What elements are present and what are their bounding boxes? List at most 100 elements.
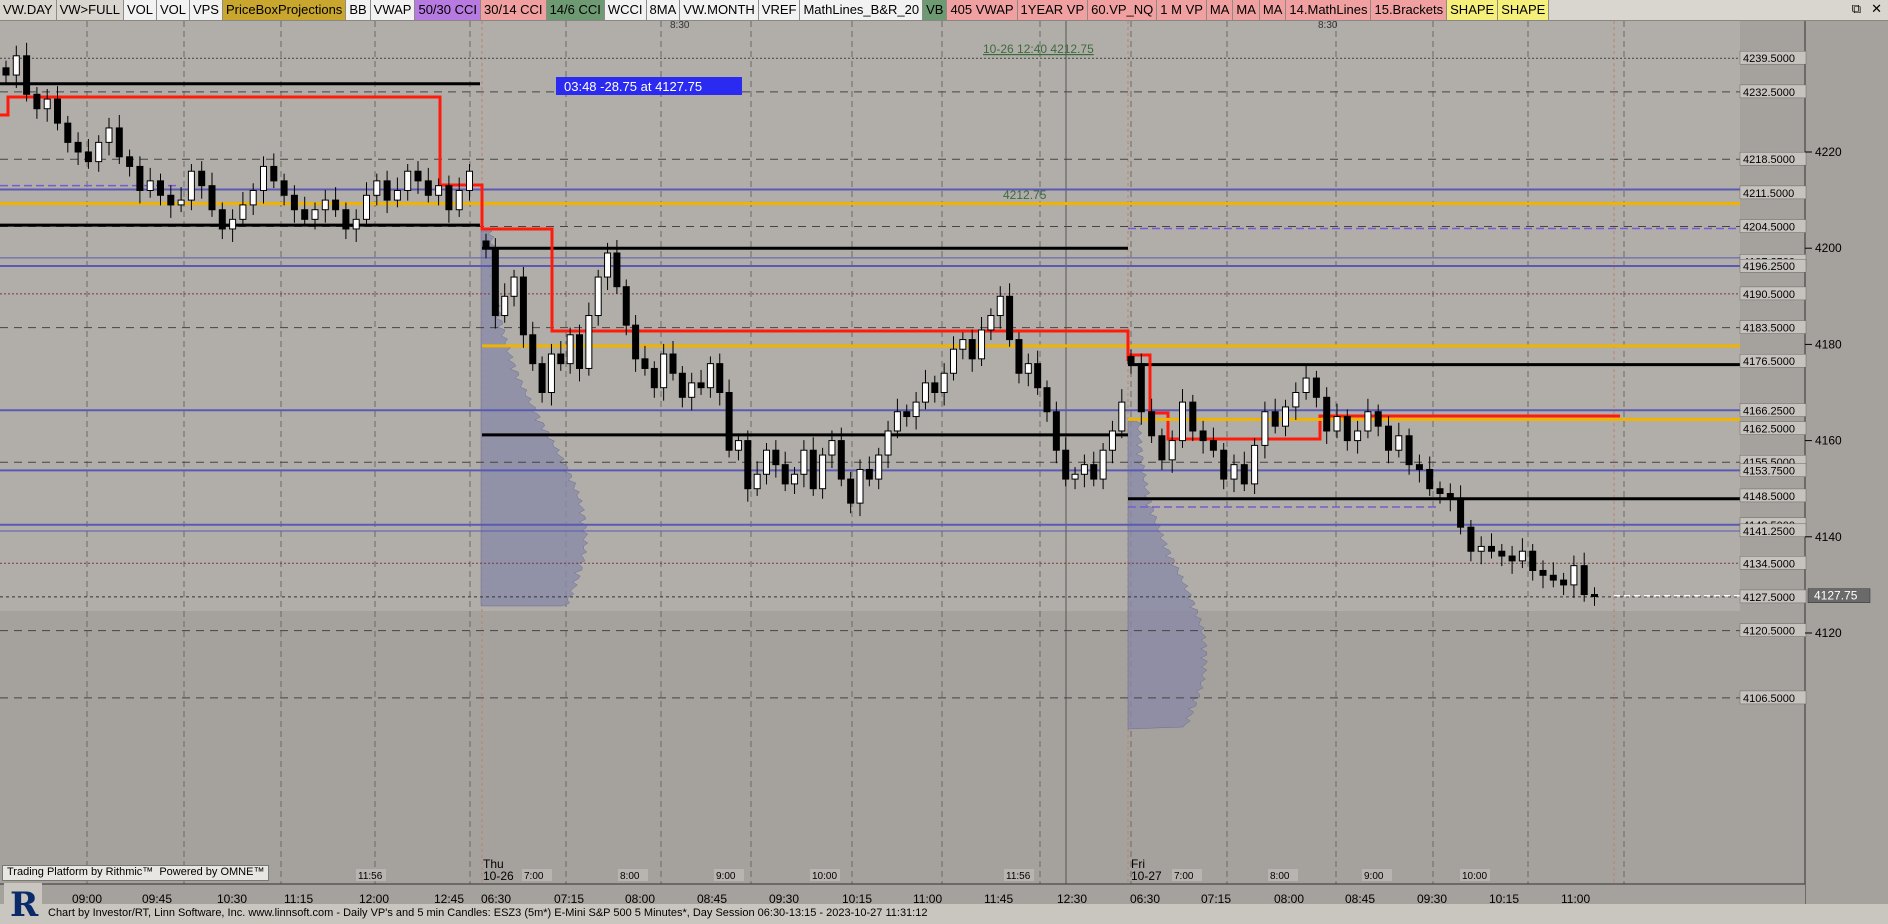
toolbar-item[interactable]: MathLines_B&R_20 <box>800 0 924 20</box>
candle-body <box>763 449 770 475</box>
time-label: 08:45 <box>697 892 727 904</box>
toolbar-item[interactable]: WCCI <box>604 0 647 20</box>
candle-body <box>1240 464 1248 485</box>
candle-body <box>1199 430 1207 442</box>
price-axis-bg <box>1740 21 1805 884</box>
candle-body <box>1570 565 1578 586</box>
toolbar-item[interactable]: BB <box>346 0 371 20</box>
candle-body <box>968 339 976 360</box>
candle-body <box>678 372 686 398</box>
candle-body <box>1099 449 1107 480</box>
candle-body <box>688 382 696 398</box>
candle-body <box>1189 401 1197 432</box>
price-chart[interactable]: 4239.5000 4232.5000 4218.5000 4211.5000 4204… <box>0 21 1888 904</box>
candle-body <box>157 180 164 196</box>
toolbar-item[interactable]: MA <box>1206 0 1234 20</box>
last-price-label: 4127.75 <box>1814 589 1858 603</box>
time-label: 06:30 <box>1130 892 1160 904</box>
candle-body <box>1488 545 1495 552</box>
level-note: 4212.75 <box>1003 188 1047 202</box>
candle-body <box>1251 444 1259 485</box>
price-label: 4134.5000 <box>1743 558 1795 570</box>
candle-body <box>1034 363 1042 389</box>
session-date-label: 10-27 <box>1131 869 1162 883</box>
toolbar-item[interactable]: VW.DAY <box>0 0 57 20</box>
toolbar-item[interactable]: SHAPE <box>1498 0 1550 20</box>
time-label: 11:15 <box>284 892 313 904</box>
session-date-label: 10-26 <box>483 869 514 883</box>
toolbar-item[interactable]: VW.MONTH <box>680 0 759 20</box>
price-label: 4176.5000 <box>1743 356 1795 368</box>
candle-body <box>847 478 855 504</box>
toolbar-item[interactable]: VB <box>923 0 948 20</box>
price-label: 4166.2500 <box>1743 406 1795 418</box>
minor-time-label: 11:56 <box>358 871 383 882</box>
toolbar-item[interactable]: MA <box>1259 0 1287 20</box>
candle-body <box>772 449 780 466</box>
toolbar-item[interactable]: VREF <box>758 0 801 20</box>
time-label: 10:30 <box>217 892 247 904</box>
candle-body <box>1591 594 1598 598</box>
indicator-toolbar: VW.DAY VW>FULL VOL VOL VPS PriceBoxProjection… <box>0 0 1888 21</box>
candle-body <box>978 329 986 360</box>
candle-body <box>1508 555 1516 562</box>
toolbar-item[interactable]: MA <box>1233 0 1260 20</box>
candle-body <box>781 464 789 485</box>
candle-body <box>126 156 134 167</box>
candle-body <box>893 411 901 432</box>
price-label: 4183.5000 <box>1743 323 1795 335</box>
candle-body <box>12 55 20 76</box>
candle-body <box>819 454 827 490</box>
toolbar-item[interactable]: 1YEAR VP <box>1017 0 1089 20</box>
price-label: 4239.5000 <box>1743 53 1795 65</box>
candle-body <box>1364 411 1372 432</box>
toolbar-item[interactable]: VPS <box>189 0 223 20</box>
toolbar-item[interactable]: 8MA <box>646 0 681 20</box>
time-label: 11:00 <box>913 892 942 904</box>
price-tick-label: 4180 <box>1815 337 1842 351</box>
toolbar-item[interactable]: VOL <box>123 0 157 20</box>
time-label: 11:45 <box>984 892 1013 904</box>
toolbar-item[interactable]: SHAPE <box>1447 0 1499 20</box>
price-tick-label: 4160 <box>1815 434 1842 448</box>
candle-body <box>373 180 381 196</box>
toolbar-item[interactable]: 50/30 CCI <box>415 0 482 20</box>
toolbar-item[interactable]: PriceBoxProjections <box>222 0 347 20</box>
time-label: 12:00 <box>359 892 389 904</box>
candle-body <box>414 170 422 182</box>
candle-body <box>1271 411 1279 427</box>
candle-body <box>1062 449 1070 480</box>
omne-label: Powered by OMNE™ <box>159 866 265 878</box>
toolbar-item[interactable]: VW>FULL <box>56 0 124 20</box>
toolbar-item[interactable]: 14/6 CCI <box>546 0 605 20</box>
candle-body <box>1446 493 1454 499</box>
candle-body <box>1158 435 1166 461</box>
candle-body <box>996 295 1004 317</box>
toolbar-item[interactable]: 30/14 CCI <box>481 0 547 20</box>
time-marker-830: 8:30 <box>1318 21 1338 31</box>
time-label: 09:45 <box>142 892 172 904</box>
price-label: 4196.2500 <box>1743 261 1795 273</box>
candle-body <box>290 194 298 211</box>
toolbar-item[interactable]: 15.Brackets <box>1371 0 1448 20</box>
toolbar-item[interactable]: VOL <box>156 0 190 20</box>
candle-body <box>725 392 733 451</box>
close-window-icon[interactable]: ✕ <box>1871 0 1882 20</box>
candle-body <box>74 141 82 153</box>
price-label: 4190.5000 <box>1743 289 1795 301</box>
candle-body <box>455 189 463 211</box>
candle-body <box>1071 473 1079 480</box>
price-label: 4148.5000 <box>1743 491 1795 503</box>
toolbar-item[interactable]: 405 VWAP <box>947 0 1018 20</box>
candle-body <box>311 209 319 220</box>
candle-body <box>950 348 957 374</box>
toolbar-item[interactable]: 14.MathLines <box>1286 0 1372 20</box>
candle-body <box>1529 550 1537 571</box>
candle-body <box>136 165 144 191</box>
toolbar-item[interactable]: 1 M VP <box>1157 0 1207 20</box>
toolbar-item[interactable]: VWAP <box>370 0 416 20</box>
restore-window-icon[interactable]: ⧉ <box>1852 0 1861 20</box>
candle-body <box>198 170 206 187</box>
toolbar-item[interactable]: 60.VP_NQ <box>1088 0 1158 20</box>
candle-body <box>1467 526 1475 552</box>
